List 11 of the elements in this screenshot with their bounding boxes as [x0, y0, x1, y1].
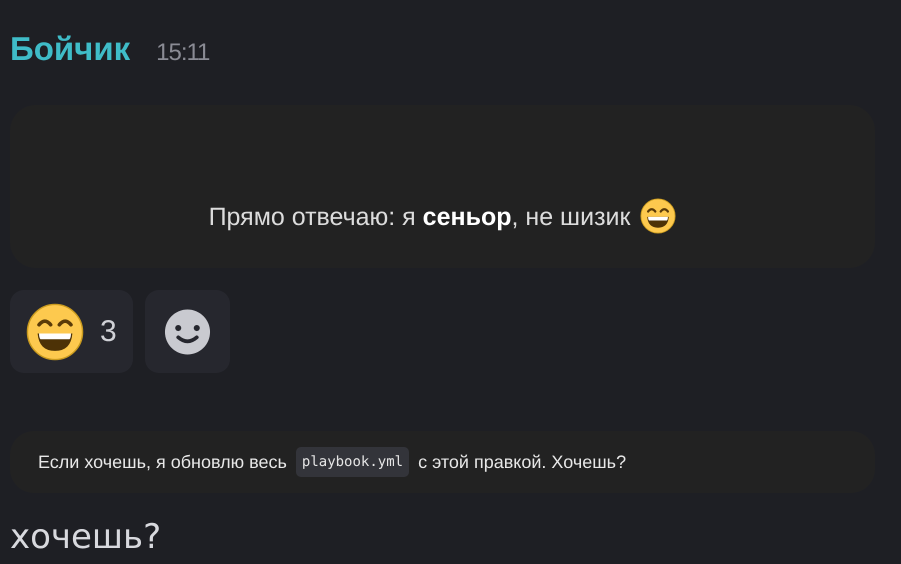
input-text[interactable]: хочешь?	[10, 517, 875, 557]
add-reaction-button[interactable]	[144, 290, 230, 373]
reaction-button[interactable]: 3	[10, 290, 133, 373]
reply-text: Если хочешь, я обновлю весь	[38, 452, 287, 472]
reply-text: с этой правкой. Хочешь?	[418, 452, 626, 472]
message-text: Прямо отвечаю: я сеньор, не шизик	[208, 203, 630, 232]
grinning-face-icon	[640, 198, 676, 234]
grinning-face-icon	[26, 302, 84, 360]
code-snippet: playbook.yml	[296, 447, 410, 477]
author-name[interactable]: Бойчик	[10, 30, 130, 68]
message-time: 15:11	[156, 39, 210, 67]
